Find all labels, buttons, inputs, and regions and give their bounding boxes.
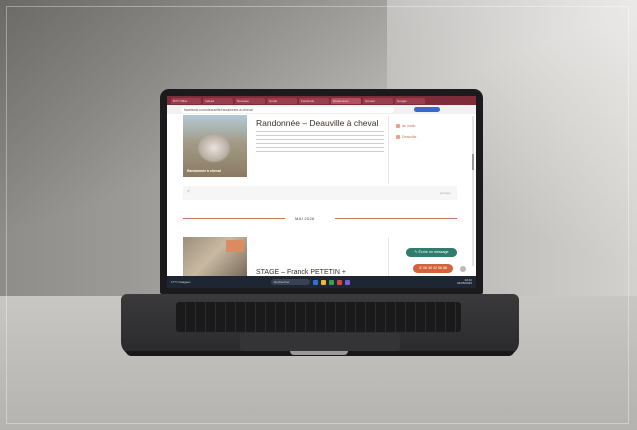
divider — [388, 237, 389, 277]
divider — [388, 116, 389, 184]
month-rule-left — [183, 218, 285, 219]
url-field[interactable]: facebook.com/deauville/randonnee-a-cheva… — [181, 106, 394, 113]
chat-bubble-icon[interactable] — [460, 266, 466, 272]
share-bar: < partager — [183, 186, 457, 200]
web-page: Randonnée à cheval Randonnée – Deauville… — [167, 114, 476, 281]
scrollbar-track[interactable] — [472, 116, 474, 266]
scrollbar-thumb[interactable] — [472, 154, 474, 170]
phone-button[interactable]: ✆ 06 39 42 56 88 — [413, 264, 453, 273]
month-rule-right — [335, 218, 457, 219]
browser-tab[interactable]: Nouveau — [235, 97, 265, 104]
event-description — [256, 131, 384, 155]
browser-tab[interactable]: Accueil — [363, 97, 393, 104]
laptop-notch — [290, 351, 348, 355]
address-bar: facebook.com/deauville/randonnee-a-cheva… — [167, 105, 476, 114]
share-icon[interactable]: < — [187, 189, 191, 195]
laptop-screen: RTT Office Indeed Nouveau Gmail Facebook… — [167, 96, 476, 288]
browser-tab[interactable]: RTT Office — [171, 97, 201, 104]
horse-photo — [197, 133, 231, 163]
month-heading: MAI 2026 — [295, 216, 315, 221]
laptop-trackpad — [240, 333, 400, 351]
taskbar-app-icon[interactable] — [313, 279, 318, 285]
taskbar-app-icon[interactable] — [345, 279, 350, 285]
taskbar-app-icon[interactable] — [329, 279, 334, 285]
event-thumbnail[interactable] — [183, 237, 247, 281]
profile-button[interactable] — [414, 107, 440, 112]
browser-tab-active[interactable]: Randonnée — [331, 97, 361, 104]
share-link[interactable]: partager — [440, 191, 451, 195]
browser-tab-bar: RTT Office Indeed Nouveau Gmail Facebook… — [167, 96, 476, 105]
browser-tab[interactable]: Indeed — [203, 97, 233, 104]
browser-tab[interactable]: Facebook — [299, 97, 329, 104]
pin-icon — [396, 135, 400, 140]
clock-date: 04/05/2026 — [456, 281, 472, 285]
event-time: de matin — [396, 124, 416, 129]
event-time-text: de matin — [402, 124, 416, 128]
taskbar-app-icon[interactable] — [337, 279, 342, 285]
event-location-text: Deauville — [402, 135, 417, 139]
event-location: Deauville — [396, 135, 417, 140]
event-thumbnail[interactable]: Randonnée à cheval — [183, 115, 247, 177]
browser-tab[interactable]: Google — [395, 97, 425, 104]
os-taskbar: 17°C Nuageux Rechercher 10:42 04/05/2026 — [167, 276, 476, 288]
weather-widget[interactable]: 17°C Nuageux — [171, 280, 201, 284]
write-message-button[interactable]: ✎ Écrire un message — [406, 248, 457, 257]
taskbar-search[interactable]: Rechercher — [271, 279, 310, 285]
taskbar-app-icon[interactable] — [321, 279, 326, 285]
browser-tab[interactable]: Gmail — [267, 97, 297, 104]
event-title[interactable]: STAGE – Franck PETETIN + — [256, 269, 346, 276]
thumbnail-caption: Randonnée à cheval — [187, 169, 221, 173]
clock-icon — [396, 124, 400, 129]
event-title[interactable]: Randonnée – Deauville à cheval — [256, 118, 378, 128]
system-tray-clock[interactable]: 10:42 04/05/2026 — [456, 278, 472, 286]
laptop-keyboard — [176, 302, 461, 332]
poster-badge — [226, 240, 244, 252]
